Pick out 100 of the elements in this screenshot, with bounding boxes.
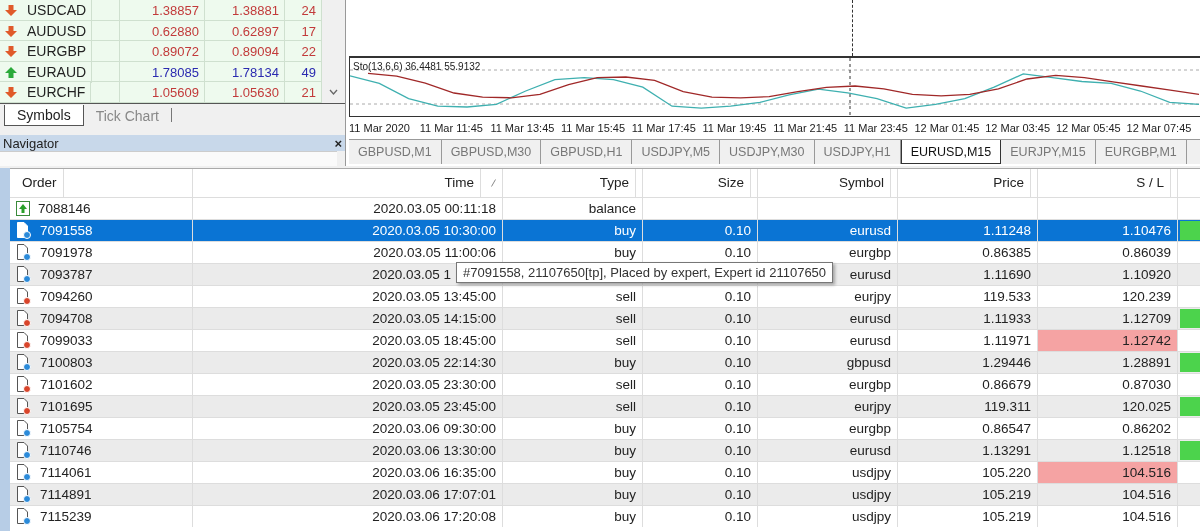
- time-axis-label: 11 Mar 11:45: [419, 122, 484, 134]
- chart-tab[interactable]: EURUSD,M15: [900, 140, 1002, 164]
- order-time: 2020.03.06 17:07:01: [372, 487, 496, 502]
- order-row[interactable]: 7114891 2020.03.06 17:07:01 buy 0.10 usdjpy 105.219 104.516: [10, 483, 1200, 505]
- order-symbol: usdjpy: [851, 487, 891, 502]
- document-icon: [16, 354, 32, 371]
- time-axis-label: 12 Mar 03:45: [985, 122, 1051, 134]
- stop-loss-cell: 1.10476: [1038, 220, 1178, 241]
- order-time: 2020.03.06 17:20:08: [372, 509, 496, 524]
- stop-loss-cell: 1.12742: [1038, 330, 1178, 351]
- document-icon: [16, 332, 32, 349]
- chart-tab[interactable]: GBPUSD,M30: [441, 140, 542, 164]
- document-icon: [16, 310, 32, 327]
- chart-tab[interactable]: USDJPY,M30: [720, 140, 815, 164]
- chart-tab[interactable]: GBPUSD,M1: [349, 140, 442, 164]
- chart-tab[interactable]: EURGBP,M1: [1095, 140, 1187, 164]
- order-size: 0.10: [724, 487, 751, 502]
- order-row[interactable]: 7115239 2020.03.06 17:20:08 buy 0.10 usdjpy 105.219 104.516: [10, 505, 1200, 527]
- column-header[interactable]: Price: [987, 169, 1031, 197]
- order-symbol: eurusd: [849, 333, 891, 348]
- order-symbol: eurgbp: [848, 421, 891, 436]
- order-type: sell: [615, 289, 636, 304]
- order-size: 0.10: [724, 245, 751, 260]
- order-price: 105.219: [982, 509, 1031, 524]
- order-type: buy: [614, 443, 636, 458]
- order-type: buy: [614, 509, 636, 524]
- time-axis-label: 11 Mar 19:45: [702, 122, 768, 134]
- time-axis-label: 12 Mar 05:45: [1055, 122, 1122, 134]
- order-time: 2020.03.05 23:45:00: [372, 399, 496, 414]
- order-number: 7110746: [40, 442, 92, 460]
- order-symbol: eurusd: [849, 443, 891, 458]
- document-icon: [16, 266, 32, 283]
- order-row[interactable]: 7100803 2020.03.05 22:14:30 buy 0.10 gbpusd 1.29446 1.28891: [10, 351, 1200, 373]
- order-price: 1.13291: [982, 443, 1031, 458]
- order-time: 2020.03.06 13:30:00: [372, 443, 496, 458]
- symbol-name: AUDUSD: [22, 20, 93, 42]
- chart-tab[interactable]: GBPUSD,H1: [541, 140, 633, 164]
- order-row[interactable]: 7091558 2020.03.05 10:30:00 buy 0.10 eurusd 1.11248 1.10476: [10, 219, 1200, 241]
- scroll-down-icon[interactable]: [329, 89, 338, 95]
- document-icon: [16, 420, 32, 437]
- deposit-arrow-icon: [16, 201, 30, 216]
- order-number: 7105754: [40, 420, 93, 438]
- order-symbol: usdjpy: [851, 465, 891, 480]
- order-type: sell: [615, 377, 636, 392]
- close-button[interactable]: ×: [334, 135, 342, 151]
- order-row[interactable]: 7094708 2020.03.05 14:15:00 sell 0.10 eurusd 1.11933 1.12709: [10, 307, 1200, 329]
- order-size: 0.10: [724, 509, 751, 524]
- order-number: 7088146: [38, 200, 91, 218]
- document-icon: [16, 442, 32, 459]
- navigator-title: Navigator: [3, 135, 59, 151]
- order-time: 2020.03.05 13:45:00: [372, 289, 496, 304]
- order-symbol: usdjpy: [851, 509, 891, 524]
- order-type: buy: [614, 421, 636, 436]
- order-price: 0.86385: [982, 245, 1031, 260]
- order-time: 2020.03.05 1: [372, 267, 451, 282]
- document-icon: [16, 376, 32, 393]
- order-time: 2020.03.05 10:30:00: [372, 223, 496, 238]
- order-time: 2020.03.05 22:14:30: [372, 355, 496, 370]
- order-type: sell: [615, 311, 636, 326]
- stop-loss-cell: 1.12518: [1038, 440, 1178, 461]
- order-number: 7101695: [40, 398, 93, 416]
- chart-tab[interactable]: USDJPY,H1: [814, 140, 901, 164]
- time-axis-label: 11 Mar 15:45: [561, 122, 627, 134]
- tooltip: #7091558, 21107650[tp], Placed by expert, Expert id 21107650: [456, 262, 834, 283]
- panel-tab[interactable]: Symbols: [4, 105, 84, 126]
- order-size: 0.10: [724, 465, 751, 480]
- order-row[interactable]: 7101695 2020.03.05 23:45:00 sell 0.10 eurjpy 119.311 120.025: [10, 395, 1200, 417]
- order-price: 1.11248: [983, 223, 1031, 238]
- order-number: 7094708: [40, 310, 93, 328]
- order-type: buy: [614, 465, 636, 480]
- down-arrow-icon: [5, 87, 17, 98]
- stop-loss-cell: 1.12709: [1038, 308, 1178, 329]
- chart-tab[interactable]: USDJPY,M5: [632, 140, 721, 164]
- document-icon: [16, 508, 32, 525]
- down-arrow-icon: [5, 25, 17, 37]
- column-header[interactable]: Symbol: [833, 169, 891, 197]
- order-price: 105.220: [982, 465, 1031, 480]
- chart-tab[interactable]: EURJPY,M15: [1001, 140, 1096, 164]
- column-header[interactable]: S / L: [1130, 169, 1171, 197]
- bid-price: 0.62880: [120, 20, 205, 42]
- column-header[interactable]: Order: [16, 169, 64, 197]
- order-price: 0.86547: [982, 421, 1031, 436]
- ask-price: 1.38881: [205, 0, 285, 21]
- symbol-name: USDCAD: [22, 0, 93, 21]
- order-size: 0.10: [724, 377, 751, 392]
- up-arrow-icon: [5, 66, 17, 78]
- order-type: buy: [614, 355, 636, 370]
- order-type: balance: [588, 201, 636, 216]
- document-icon: [16, 398, 32, 415]
- order-time: 2020.03.05 18:45:00: [372, 333, 496, 348]
- order-symbol: eurusd: [849, 267, 891, 282]
- ask-price: 1.78134: [205, 61, 285, 83]
- order-row[interactable]: 7110746 2020.03.06 13:30:00 buy 0.10 eurusd 1.13291 1.12518: [10, 439, 1200, 461]
- column-header[interactable]: Time: [438, 169, 481, 197]
- column-header[interactable]: Size: [711, 169, 751, 197]
- sort-icon[interactable]: [491, 179, 496, 187]
- time-axis-label: 11 Mar 21:45: [773, 122, 839, 134]
- stop-loss-cell: 1.28891: [1038, 352, 1178, 373]
- column-header[interactable]: Type: [593, 169, 636, 197]
- order-number: 7091978: [40, 244, 93, 262]
